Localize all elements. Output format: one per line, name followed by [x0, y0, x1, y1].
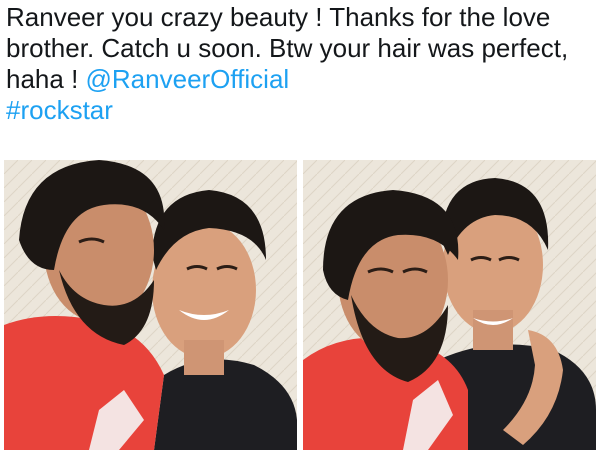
hashtag-link[interactable]: #rockstar	[6, 95, 113, 125]
photo-1-image	[4, 160, 297, 450]
photo-1[interactable]	[4, 160, 297, 450]
mention-link[interactable]: @RanveerOfficial	[86, 64, 290, 94]
photo-2-image	[303, 160, 596, 450]
photo-2[interactable]	[303, 160, 596, 450]
tweet-media	[4, 160, 596, 450]
tweet-text: Ranveer you crazy beauty ! Thanks for th…	[6, 2, 598, 126]
